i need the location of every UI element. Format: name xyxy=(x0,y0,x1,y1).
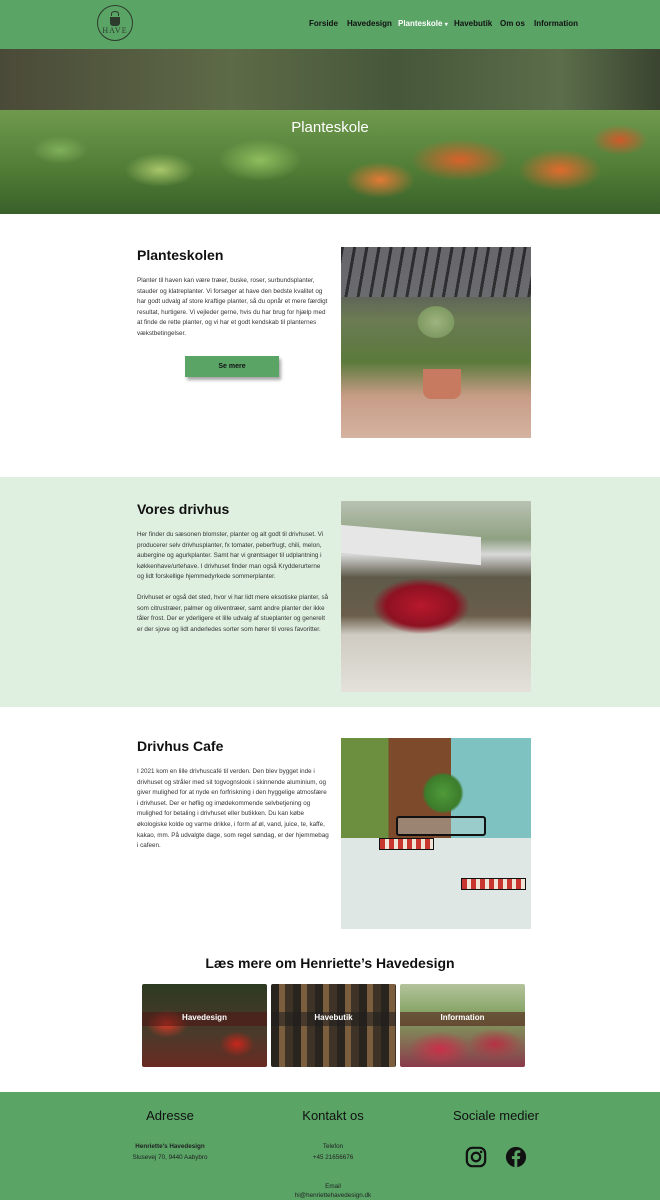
paragraph: I 2021 kom en lille drivhuscafé til verd… xyxy=(137,768,329,850)
greenhouse-flowers-photo xyxy=(341,501,531,692)
footer-phone-label: Telefon xyxy=(322,1143,344,1150)
nav-item-havedesign[interactable]: Havedesign xyxy=(347,19,392,28)
footer-street: Slusevej 70, 9440 Aabybro xyxy=(132,1154,208,1161)
terracotta-pot xyxy=(423,369,461,399)
readmore-heading: Læs mere om Henriette’s Havedesign xyxy=(205,955,455,971)
footer-social-heading: Sociale medier xyxy=(453,1108,539,1123)
facebook-icon[interactable] xyxy=(505,1146,527,1168)
chevron-down-icon: ▾ xyxy=(444,22,448,28)
footer-contact-heading: Kontakt os xyxy=(302,1108,364,1123)
site-header: HAVE Forside Havedesign Planteskole ▾ Ha… xyxy=(0,0,660,49)
logo-text: HAVE xyxy=(102,26,128,35)
nav-item-planteskole[interactable]: Planteskole ▾ xyxy=(398,19,448,28)
hero-banner: Planteskole xyxy=(0,49,660,214)
nav-item-forside[interactable]: Forside xyxy=(309,19,338,28)
section-drivhus-cafe: Drivhus Cafe I 2021 kom en lille drivhus… xyxy=(0,707,660,947)
footer-phone[interactable]: +45 21656676 xyxy=(283,1152,383,1163)
tile-label: Information xyxy=(440,1013,485,1022)
greenhouse-photo xyxy=(341,247,531,438)
page-title: Planteskole xyxy=(291,119,369,136)
chair xyxy=(461,878,526,890)
paragraph: Planter til haven kan være træer, buske,… xyxy=(137,277,328,337)
pot-icon xyxy=(110,17,120,26)
hero-image-top xyxy=(0,49,660,110)
table xyxy=(396,816,486,836)
footer-address-heading: Adresse xyxy=(146,1108,194,1123)
shelf xyxy=(341,524,481,566)
section-title: Drivhus Cafe xyxy=(137,738,224,754)
section-title: Planteskolen xyxy=(137,247,224,263)
section-text: Planter til haven kan være træer, buske,… xyxy=(137,276,329,340)
chair xyxy=(379,838,434,850)
greenhouse-roof xyxy=(341,247,531,297)
footer-company-name: Henriette's Havedesign xyxy=(135,1143,205,1150)
paragraph: Her finder du sæsonen blomster, planter … xyxy=(137,531,324,581)
cafe-photo xyxy=(341,738,531,929)
footer-email[interactable]: hi@henriettehavedesign.dk xyxy=(263,1190,403,1200)
section-text: Her finder du sæsonen blomster, planter … xyxy=(137,530,329,635)
se-mere-button[interactable]: Se mere xyxy=(185,356,279,377)
tile-label: Havedesign xyxy=(182,1013,227,1022)
site-footer: Adresse Henriette's Havedesign Slusevej … xyxy=(0,1092,660,1200)
section-vores-drivhus: Vores drivhus Her finder du sæsonen blom… xyxy=(0,477,660,707)
instagram-icon[interactable] xyxy=(465,1146,487,1168)
nav-item-information[interactable]: Information xyxy=(534,19,578,28)
nav-item-label: Planteskole xyxy=(398,19,443,28)
section-title: Vores drivhus xyxy=(137,501,230,517)
section-planteskolen: Planteskolen Planter til haven kan være … xyxy=(0,214,660,477)
tile-information[interactable]: Information xyxy=(400,984,525,1067)
paragraph: Drivhuset er også det sted, hvor vi har … xyxy=(137,593,329,633)
nav-item-havebutik[interactable]: Havebutik xyxy=(454,19,492,28)
tile-label: Havebutik xyxy=(314,1013,353,1022)
section-text: I 2021 kom en lille drivhuscafé til verd… xyxy=(137,767,329,852)
nav-item-om-os[interactable]: Om os xyxy=(500,19,525,28)
tile-havedesign[interactable]: Havedesign xyxy=(142,984,267,1067)
plant xyxy=(421,773,465,813)
logo[interactable]: HAVE xyxy=(97,5,133,41)
plant-icon xyxy=(111,11,119,16)
tile-havebutik[interactable]: Havebutik xyxy=(271,984,396,1067)
